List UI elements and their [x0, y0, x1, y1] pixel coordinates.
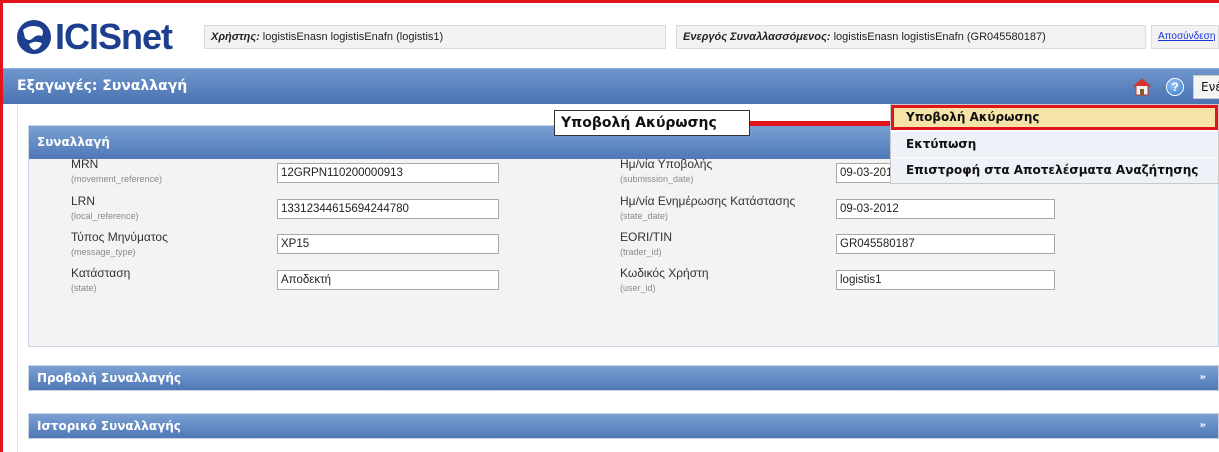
submission-date-sub-label: (submission_date) — [620, 174, 694, 184]
home-icon[interactable] — [1133, 78, 1151, 96]
mrn-label: MRN — [71, 157, 99, 171]
expand-chevron-icon[interactable]: » — [1200, 414, 1206, 438]
message-type-field[interactable]: XP15 — [277, 234, 499, 254]
lrn-field[interactable]: 13312344615694244780 — [277, 199, 499, 219]
globe-logo-icon — [17, 20, 51, 54]
state-date-field[interactable]: 09-03-2012 — [836, 199, 1055, 219]
mrn-sub-label: (movement_reference) — [71, 174, 163, 184]
submission-date-label: Ημ/νία Υποβολής — [620, 157, 713, 171]
title-bar: Εξαγωγές: Συναλλαγή ? Ενέργειες — [3, 68, 1219, 104]
trader-id-label: EORI/TIN — [620, 230, 673, 244]
current-user-box: Χρήστης: logistisEnasn logistisEnafn (lo… — [204, 25, 666, 49]
trader-id-sub-label: (trader_id) — [620, 247, 662, 257]
logo: ICISnet — [15, 15, 173, 59]
frame-left-border — [0, 0, 3, 452]
user-label: Χρήστης: — [211, 31, 260, 43]
user-value: logistisEnasn logistisEnafn (logistis1) — [259, 31, 444, 43]
trader-value: logistisEnasn logistisEnafn (GR045580187… — [830, 31, 1046, 43]
state-date-sub-label: (state_date) — [620, 211, 669, 221]
menu-item-print[interactable]: Εκτύπωση — [891, 132, 1218, 157]
callout-label: Υποβολή Ακύρωσης — [554, 110, 750, 136]
state-field[interactable]: Αποδεκτή — [277, 270, 499, 290]
callout-pointer-line — [750, 121, 890, 126]
lrn-sub-label: (local_reference) — [71, 211, 139, 221]
user-id-label: Κωδικός Χρήστη — [620, 266, 709, 280]
transaction-history-panel[interactable]: Ιστορικό Συναλλαγής » — [28, 413, 1219, 439]
mrn-field[interactable]: 12GRPN110200000913 — [277, 163, 499, 183]
menu-item-submit-cancellation[interactable]: Υποβολή Ακύρωσης — [891, 105, 1218, 130]
user-id-sub-label: (user_id) — [620, 283, 656, 293]
message-type-label: Τύπος Μηνύματος — [71, 230, 168, 244]
trader-id-field[interactable]: GR045580187 — [836, 234, 1055, 254]
view-transaction-panel[interactable]: Προβολή Συναλλαγής » — [28, 365, 1219, 391]
logout-link[interactable]: Αποσύνδεση — [1151, 25, 1219, 49]
lrn-label: LRN — [71, 194, 96, 208]
header: ICISnet Χρήστης: logistisEnasn logistisE… — [3, 3, 1219, 67]
view-transaction-title: Προβολή Συναλλαγής — [37, 371, 182, 385]
brand-name: ICISnet — [55, 16, 173, 57]
expand-chevron-icon[interactable]: » — [1200, 366, 1206, 390]
trader-label: Ενεργός Συναλλασσόμενος: — [683, 31, 831, 43]
actions-button[interactable]: Ενέργειες — [1193, 75, 1219, 99]
transaction-history-title: Ιστορικό Συναλλαγής — [37, 419, 181, 433]
state-label: Κατάσταση — [71, 266, 131, 280]
user-id-field[interactable]: logistis1 — [836, 270, 1055, 290]
page-title: Εξαγωγές: Συναλλαγή — [17, 78, 188, 94]
menu-item-back-to-search-results[interactable]: Επιστροφή στα Αποτελέσματα Αναζήτησης — [891, 158, 1218, 183]
state-sub-label: (state) — [71, 283, 97, 293]
help-icon[interactable]: ? — [1166, 78, 1184, 96]
active-trader-box: Ενεργός Συναλλασσόμενος: logistisEnasn l… — [676, 25, 1146, 49]
state-date-label: Ημ/νία Ενημέρωσης Κατάστασης — [620, 194, 796, 208]
actions-dropdown-menu: Υποβολή Ακύρωσης Εκτύπωση Επιστροφή στα … — [890, 104, 1219, 184]
message-type-sub-label: (message_type) — [71, 247, 136, 257]
